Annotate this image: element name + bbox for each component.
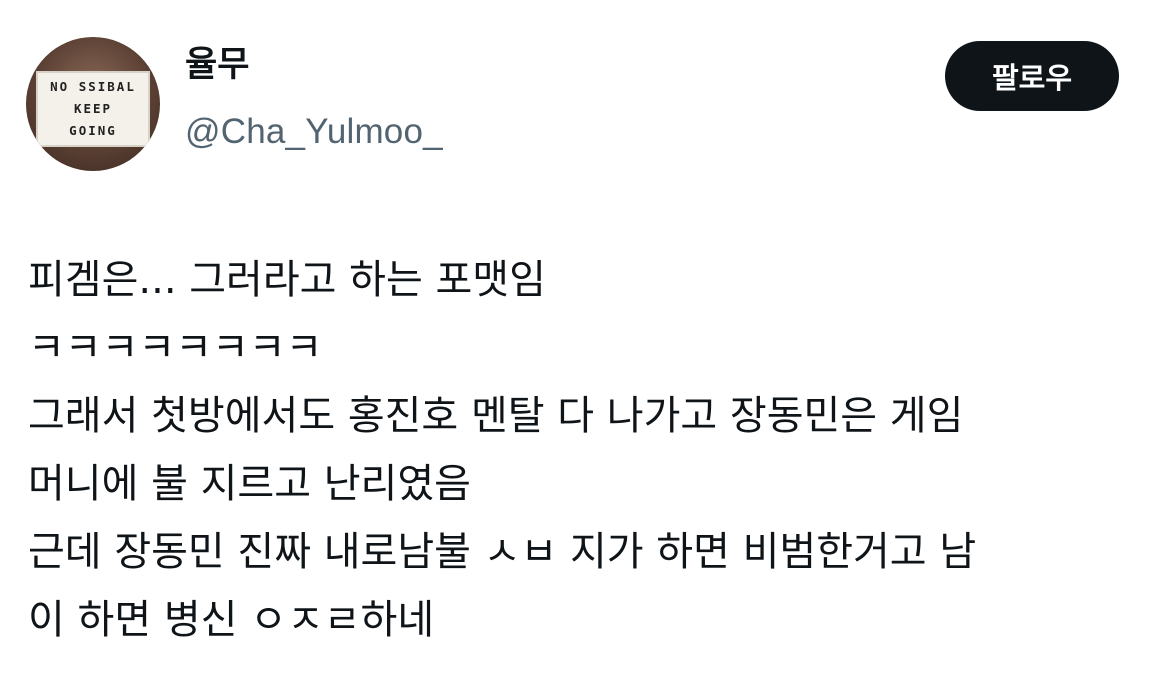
follow-button[interactable]: 팔로우 [945, 41, 1119, 111]
tweet-text-line: 그래서 첫방에서도 홍진호 멘탈 다 나가고 장동민은 게임 [28, 393, 964, 439]
tweet-text-line: 이 하면 병신 ㅇㅈㄹ하네 [28, 597, 435, 643]
avatar-board-line: KEEP [73, 100, 113, 116]
display-name[interactable]: 율무 [185, 48, 249, 83]
avatar-board-line: GOING [69, 122, 117, 138]
tweet-text-line: 근데 장동민 진짜 내로남불 ㅅㅂ 지가 하면 비범한거고 남 [28, 529, 977, 575]
tweet-text: 피겜은... 그러라고 하는 포맷임 ㅋㅋㅋㅋㅋㅋㅋㅋ 그래서 첫방에서도 홍진… [28, 246, 1148, 654]
user-handle[interactable]: @Cha_Yulmoo_ [185, 114, 443, 149]
avatar[interactable]: NO SSIBAL KEEP GOING [26, 37, 160, 171]
tweet-text-line: 피겜은... 그러라고 하는 포맷임 [28, 257, 546, 303]
tweet-text-line: 머니에 불 지르고 난리였음 [28, 461, 471, 507]
tweet-text-line: ㅋㅋㅋㅋㅋㅋㅋㅋ [28, 325, 323, 371]
avatar-letter-board: NO SSIBAL KEEP GOING [36, 71, 150, 147]
avatar-board-line: NO SSIBAL [50, 78, 136, 94]
